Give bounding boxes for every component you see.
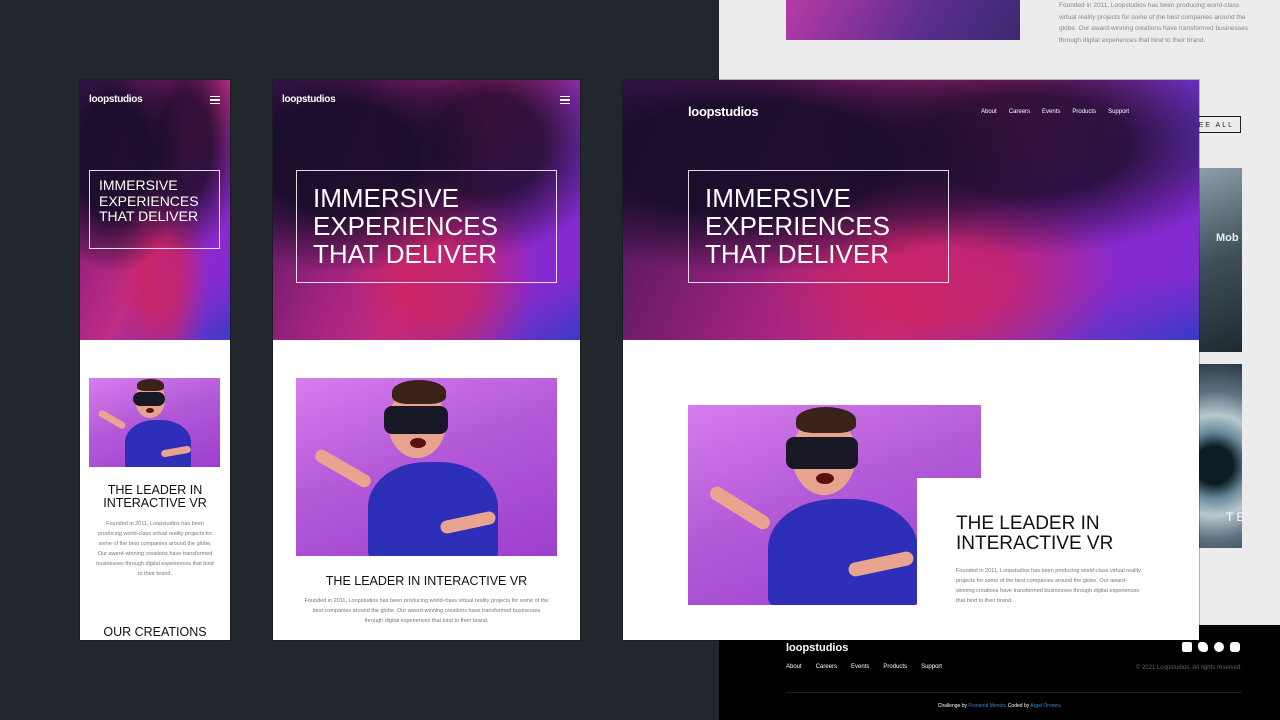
logo[interactable]: loopstudios (688, 104, 759, 119)
tablet-mockup: loopstudios IMMERSIVE EXPERIENCES THAT D… (273, 80, 580, 640)
hero-headline: IMMERSIVE EXPERIENCES THAT DELIVER (99, 177, 199, 224)
credit-prefix: Challenge by (937, 703, 967, 709)
creation-card-1-text: Mob (1216, 232, 1239, 244)
instagram-icon[interactable] (1230, 642, 1240, 652)
hero-headline-box: IMMERSIVE EXPERIENCES THAT DELIVER (296, 170, 557, 283)
logo[interactable]: loopstudios (282, 94, 336, 105)
creation-card-1[interactable] (1196, 168, 1242, 352)
main-nav: About Careers Events Products Support (981, 109, 1129, 115)
logo[interactable]: loopstudios (89, 94, 143, 105)
copyright: © 2021 Loopstudios. All rights reserved. (1135, 665, 1242, 671)
footer-nav-about[interactable]: About (786, 664, 802, 670)
menu-icon[interactable] (210, 96, 220, 104)
footer-nav-events[interactable]: Events (851, 664, 869, 670)
credit-mid: . Coded by (1005, 703, 1030, 709)
footer-divider (786, 692, 1242, 693)
nav-support[interactable]: Support (1108, 109, 1129, 115)
leader-text: Founded in 2011, Loopstudios has been pr… (96, 521, 214, 577)
mobile-mockup: loopstudios IMMERSIVE EXPERIENCES THAT D… (80, 80, 230, 640)
twitter-icon[interactable] (1198, 642, 1208, 652)
backdrop-image-thumb (786, 0, 1020, 40)
footer-nav-products[interactable]: Products (883, 664, 907, 670)
creations-title: OUR CREATIONS (103, 625, 207, 639)
backdrop-leader-text: Founded in 2011, Loopstudios has been pr… (1059, 2, 1248, 44)
nav-careers[interactable]: Careers (1009, 109, 1030, 115)
leader-text: Founded in 2011, Loopstudios has been pr… (304, 598, 549, 624)
credit-end: . (1059, 703, 1062, 709)
leader-text: Founded in 2011, Loopstudios has been pr… (956, 568, 1141, 604)
footer-logo[interactable]: loopstudios (786, 642, 848, 654)
footer-nav-careers[interactable]: Careers (816, 664, 837, 670)
facebook-icon[interactable] (1182, 642, 1192, 652)
desktop-mockup: loopstudios About Careers Events Product… (623, 80, 1199, 640)
hero-headline: IMMERSIVE EXPERIENCES THAT DELIVER (705, 183, 890, 269)
vr-photo (296, 378, 557, 556)
pinterest-icon[interactable] (1214, 642, 1224, 652)
creation-card-2-text: T E (1226, 510, 1245, 524)
attribution: Challenge by Frontend Mentor. Coded by A… (719, 703, 1280, 709)
leader-title: THE LEADER IN INTERACTIVE VR (103, 483, 207, 510)
leader-title: THE LEADER IN INTERACTIVE VR (956, 513, 1114, 554)
menu-icon[interactable] (560, 96, 570, 104)
hero-headline-box: IMMERSIVE EXPERIENCES THAT DELIVER (688, 170, 949, 283)
nav-about[interactable]: About (981, 109, 997, 115)
hero-headline-box: IMMERSIVE EXPERIENCES THAT DELIVER (89, 170, 220, 249)
nav-products[interactable]: Products (1072, 109, 1096, 115)
hero-headline: IMMERSIVE EXPERIENCES THAT DELIVER (313, 183, 498, 269)
footer-nav-support[interactable]: Support (921, 664, 942, 670)
social-links (1182, 642, 1240, 652)
author-link[interactable]: Argel Orones (1030, 703, 1059, 709)
vr-photo (89, 378, 220, 467)
nav-events[interactable]: Events (1042, 109, 1060, 115)
leader-title: THE LEADER IN INTERACTIVE VR (325, 574, 528, 588)
frontend-mentor-link[interactable]: Frontend Mentor (968, 703, 1005, 709)
footer-nav: About Careers Events Products Support (786, 664, 942, 670)
